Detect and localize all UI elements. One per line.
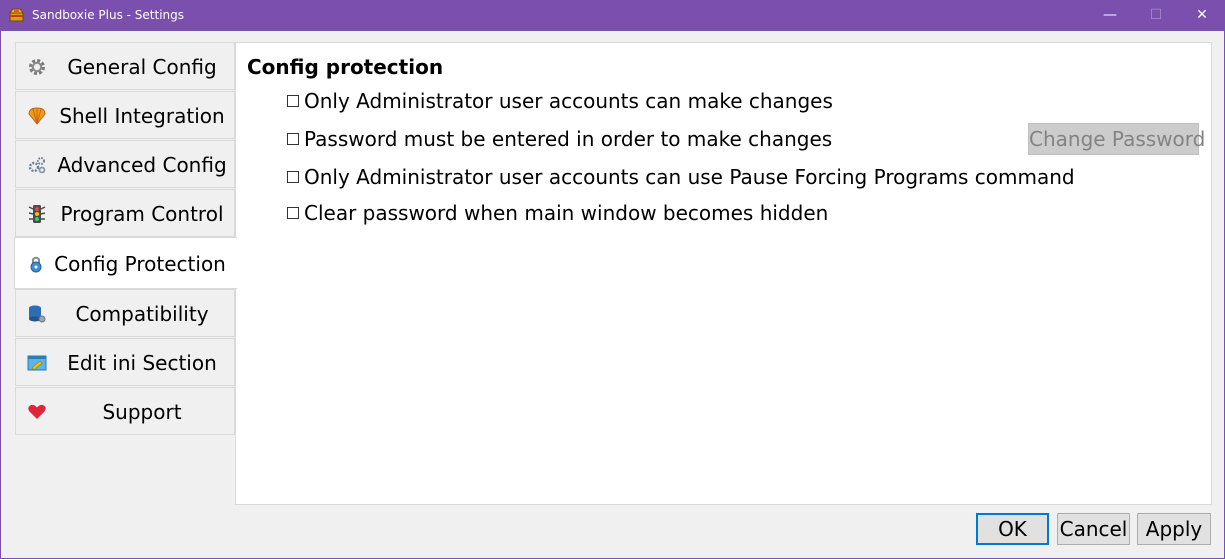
- sandboxie-app-icon: [9, 8, 24, 22]
- tab-compatibility[interactable]: Compatibility: [15, 289, 235, 337]
- tab-label: Edit ini Section: [67, 351, 217, 375]
- checkbox-label[interactable]: Password must be entered in order to mak…: [304, 127, 832, 151]
- minimize-button[interactable]: —: [1087, 0, 1133, 31]
- change-password-button[interactable]: Change Password: [1028, 123, 1205, 155]
- gears-icon: [28, 157, 46, 174]
- tab-label: Advanced Config: [57, 153, 227, 177]
- close-button[interactable]: ✕: [1179, 0, 1225, 31]
- shell-icon: [28, 107, 46, 125]
- tab-label: Support: [102, 400, 182, 424]
- apply-button[interactable]: Apply: [1137, 513, 1211, 545]
- checkbox-label[interactable]: Only Administrator user accounts can mak…: [304, 89, 833, 113]
- heart-icon: [28, 404, 46, 419]
- config-protection-page: Config protection Only Administrator use…: [235, 42, 1212, 505]
- gear-icon: [29, 59, 45, 75]
- tab-label: Config Protection: [54, 252, 226, 276]
- checkbox-box[interactable]: [287, 133, 299, 145]
- tab-advanced-config[interactable]: Advanced Config: [15, 140, 235, 188]
- tab-program-control[interactable]: Program Control: [15, 189, 235, 237]
- traffic-light-icon: [28, 205, 46, 223]
- tab-config-protection[interactable]: Config Protection: [14, 237, 237, 289]
- settings-window: Sandboxie Plus - Settings — ☐ ✕ General …: [0, 0, 1225, 559]
- checkbox-label[interactable]: Clear password when main window becomes …: [304, 201, 828, 225]
- title-bar[interactable]: Sandboxie Plus - Settings — ☐ ✕: [0, 0, 1225, 31]
- checkbox-box[interactable]: [287, 207, 299, 219]
- tab-label: Compatibility: [75, 302, 209, 326]
- checkbox-box[interactable]: [287, 95, 299, 107]
- section-title: Config protection: [247, 55, 444, 79]
- dialog-client-area: General Config Shell Integration Advance…: [1, 31, 1224, 558]
- window-title: Sandboxie Plus - Settings: [32, 8, 185, 22]
- tab-edit-ini-section[interactable]: Edit ini Section: [15, 338, 235, 386]
- edit-window-icon: [27, 355, 47, 371]
- checkbox-label[interactable]: Only Administrator user accounts can use…: [304, 165, 1075, 189]
- tab-general-config[interactable]: General Config: [15, 42, 235, 90]
- database-gear-icon: [29, 305, 46, 323]
- tab-support[interactable]: Support: [15, 387, 235, 435]
- cancel-button[interactable]: Cancel: [1057, 513, 1130, 545]
- tab-label: General Config: [67, 55, 217, 79]
- tab-label: Program Control: [60, 202, 224, 226]
- checkbox-box[interactable]: [287, 171, 299, 183]
- tab-shell-integration[interactable]: Shell Integration: [15, 91, 235, 139]
- maximize-button[interactable]: ☐: [1133, 0, 1179, 31]
- ok-button[interactable]: OK: [976, 513, 1049, 545]
- tab-label: Shell Integration: [59, 104, 225, 128]
- lock-icon: [30, 256, 42, 273]
